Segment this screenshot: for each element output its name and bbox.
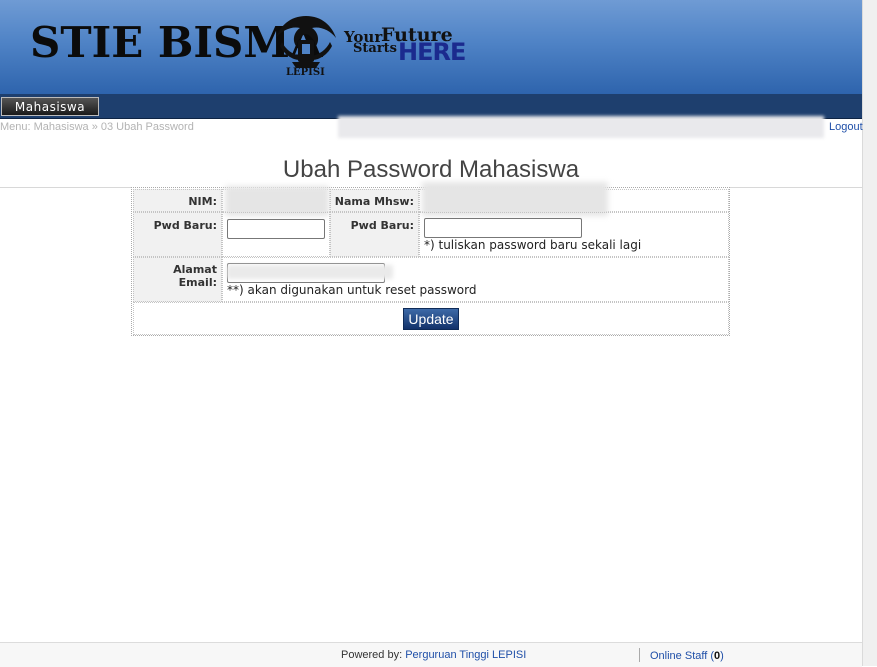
- tagline-here: HERE: [398, 38, 466, 66]
- pwd-baru-input-cell: [222, 212, 330, 257]
- nama-label-cell: Nama Mhsw:: [330, 189, 419, 212]
- email-label-line2: Email:: [178, 276, 217, 289]
- nim-label: NIM:: [188, 195, 217, 208]
- nama-value-cell: [419, 182, 729, 216]
- redacted-user-info: [338, 116, 824, 138]
- nav-item-mahasiswa[interactable]: Mahasiswa: [1, 97, 99, 116]
- powered-by-link[interactable]: Perguruan Tinggi LEPISI: [405, 649, 526, 661]
- breadcrumb: Menu: Mahasiswa » 03 Ubah Password: [0, 121, 194, 133]
- pwd-confirm-label: Pwd Baru:: [350, 219, 414, 232]
- nim-value-cell: [222, 186, 330, 216]
- online-staff-suffix: ): [720, 650, 724, 662]
- nama-label: Nama Mhsw:: [334, 195, 414, 208]
- nama-value-redacted: [422, 182, 608, 216]
- footer-divider: [639, 648, 640, 662]
- change-password-form: NIM: Nama Mhsw: Pwd Baru: Pwd Baru: *) t…: [131, 182, 730, 336]
- page-footer: Powered by: Perguruan Tinggi LEPISI Onli…: [0, 642, 862, 667]
- pwd-confirm-note: *) tuliskan password baru sekali lagi: [424, 238, 642, 252]
- pwd-confirm-input[interactable]: [424, 218, 582, 238]
- pwd-confirm-label-cell: Pwd Baru:: [330, 212, 419, 257]
- pwd-baru-label-cell: Pwd Baru:: [133, 212, 222, 257]
- emblem-label: LEPISI: [286, 67, 325, 78]
- email-input-cell: **) akan digunakan untuk reset password: [222, 257, 729, 302]
- pwd-baru-label: Pwd Baru:: [153, 219, 217, 232]
- email-label-line1: Alamat: [173, 263, 217, 276]
- logout-link[interactable]: Logout: [829, 121, 863, 133]
- email-value-redacted: [227, 265, 393, 279]
- update-button[interactable]: Update: [403, 308, 459, 330]
- site-header: STIE BISMA LEPISI Your Future Starts HER…: [0, 0, 862, 94]
- pwd-confirm-input-cell: *) tuliskan password baru sekali lagi: [419, 212, 729, 257]
- online-staff-link[interactable]: Online Staff (0): [650, 650, 724, 662]
- tagline-starts: Starts: [353, 41, 397, 56]
- online-staff-label: Online Staff (: [650, 650, 714, 662]
- page-title: Ubah Password Mahasiswa: [282, 156, 580, 183]
- email-label-cell: Alamat Email:: [133, 257, 222, 302]
- nim-label-cell: NIM:: [133, 189, 222, 212]
- pwd-baru-input[interactable]: [227, 219, 325, 239]
- powered-by-label: Powered by:: [341, 649, 406, 661]
- email-note: **) akan digunakan untuk reset password: [227, 283, 477, 297]
- powered-by: Powered by: Perguruan Tinggi LEPISI: [341, 649, 526, 661]
- vertical-scrollbar[interactable]: [862, 0, 877, 666]
